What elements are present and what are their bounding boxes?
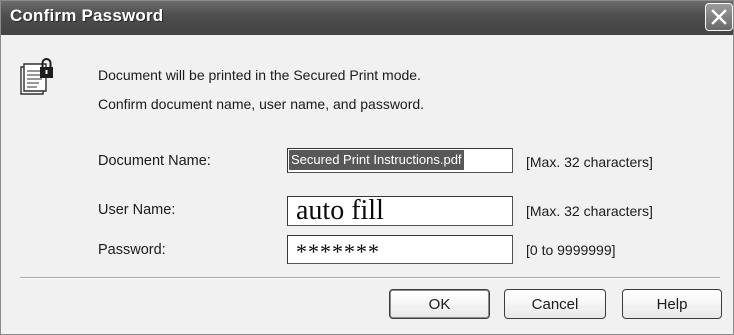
document-name-value: Secured Print Instructions.pdf: [289, 150, 464, 170]
password-field[interactable]: *******: [287, 235, 513, 264]
locked-document-icon: [20, 58, 53, 95]
help-button[interactable]: Help: [622, 289, 722, 319]
cancel-button[interactable]: Cancel: [504, 289, 606, 319]
password-value: *******: [296, 239, 380, 264]
user-name-hint: [Max. 32 characters]: [526, 203, 653, 219]
password-label: Password:: [98, 242, 166, 258]
confirm-password-dialog: Confirm Password Document will be printe…: [0, 0, 734, 335]
document-name-label: Document Name:: [98, 153, 211, 169]
user-name-field[interactable]: auto fill: [287, 196, 513, 226]
dialog-title: Confirm Password: [10, 6, 164, 25]
ok-button[interactable]: OK: [389, 289, 490, 319]
close-button[interactable]: [705, 3, 733, 31]
document-name-hint: [Max. 32 characters]: [526, 154, 653, 170]
message-line-1: Document will be printed in the Secured …: [98, 67, 421, 83]
message-line-2: Confirm document name, user name, and pa…: [98, 96, 425, 112]
password-hint: [0 to 9999999]: [526, 242, 616, 258]
document-name-field[interactable]: Secured Print Instructions.pdf: [287, 148, 513, 173]
user-name-value: auto fill: [296, 196, 384, 226]
close-icon: [711, 9, 727, 25]
user-name-label: User Name:: [98, 202, 176, 218]
title-bar[interactable]: Confirm Password: [1, 1, 733, 35]
separator: [20, 277, 720, 279]
